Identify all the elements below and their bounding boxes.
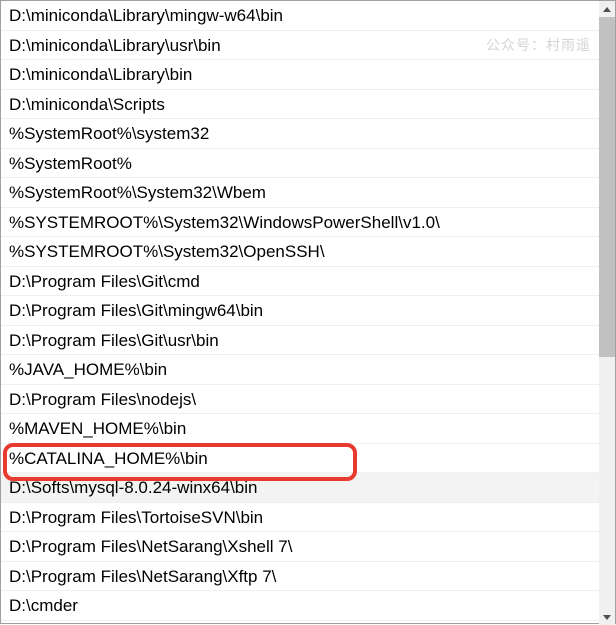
chevron-down-icon <box>603 615 611 620</box>
path-text: D:\miniconda\Scripts <box>9 95 165 114</box>
path-list-item[interactable]: D:\miniconda\Scripts <box>1 90 601 120</box>
path-text: %CATALINA_HOME%\bin <box>9 449 208 468</box>
path-list-item[interactable]: D:\Program Files\NetSarang\Xshell 7\ <box>1 532 601 562</box>
path-list-item[interactable]: %JAVA_HOME%\bin <box>1 355 601 385</box>
path-list-item[interactable]: D:\Program Files\NetSarang\Xftp 7\ <box>1 562 601 592</box>
path-list-item[interactable]: D:\Program Files\Git\mingw64\bin <box>1 296 601 326</box>
path-text: D:\Program Files\Git\cmd <box>9 272 200 291</box>
path-list-container: D:\miniconda\Library\mingw-w64\bin D:\min… <box>1 1 601 623</box>
path-text: D:\cmder <box>9 596 78 615</box>
path-text: D:\Program Files\Git\usr\bin <box>9 331 219 350</box>
path-list-item[interactable]: %SystemRoot%\System32\Wbem <box>1 178 601 208</box>
path-text: %SystemRoot% <box>9 154 132 173</box>
path-text: %SystemRoot%\System32\Wbem <box>9 183 266 202</box>
path-text: D:\Softs\mysql-8.0.24-winx64\bin <box>9 478 258 497</box>
path-list-item[interactable]: D:\Program Files\nodejs\ <box>1 385 601 415</box>
path-list-item[interactable]: D:\miniconda\Library\usr\bin <box>1 31 601 61</box>
path-list-item[interactable]: C:\Program Files\Calibre2\ <box>1 621 601 624</box>
path-list-item[interactable]: %SystemRoot%\system32 <box>1 119 601 149</box>
path-text: D:\miniconda\Library\mingw-w64\bin <box>9 6 283 25</box>
path-text: D:\miniconda\Library\bin <box>9 65 192 84</box>
path-list-item[interactable]: D:\Program Files\TortoiseSVN\bin <box>1 503 601 533</box>
path-list-item[interactable]: %SYSTEMROOT%\System32\OpenSSH\ <box>1 237 601 267</box>
path-text: D:\Program Files\NetSarang\Xftp 7\ <box>9 567 276 586</box>
path-list-item[interactable]: D:\Softs\mysql-8.0.24-winx64\bin <box>1 473 601 503</box>
path-text: D:\miniconda\Library\usr\bin <box>9 36 221 55</box>
path-list-item[interactable]: D:\cmder <box>1 591 601 621</box>
path-text: %SystemRoot%\system32 <box>9 124 209 143</box>
path-text: %SYSTEMROOT%\System32\OpenSSH\ <box>9 242 325 261</box>
path-text: %JAVA_HOME%\bin <box>9 360 167 379</box>
path-text: %MAVEN_HOME%\bin <box>9 419 186 438</box>
path-list-item[interactable]: D:\Program Files\Git\usr\bin <box>1 326 601 356</box>
scrollbar-arrow-down[interactable] <box>599 609 615 625</box>
scrollbar-track[interactable] <box>599 1 615 625</box>
path-list-item[interactable]: D:\Program Files\Git\cmd <box>1 267 601 297</box>
path-text: %SYSTEMROOT%\System32\WindowsPowerShell\… <box>9 213 440 232</box>
path-list-item[interactable]: %CATALINA_HOME%\bin <box>1 444 601 474</box>
path-list-item[interactable]: %SYSTEMROOT%\System32\WindowsPowerShell\… <box>1 208 601 238</box>
scrollbar-arrow-up[interactable] <box>599 1 615 17</box>
path-text: D:\Program Files\Git\mingw64\bin <box>9 301 263 320</box>
path-list-item[interactable]: D:\miniconda\Library\bin <box>1 60 601 90</box>
path-list-item[interactable]: %SystemRoot% <box>1 149 601 179</box>
path-text: D:\Program Files\TortoiseSVN\bin <box>9 508 263 527</box>
path-list-item[interactable]: %MAVEN_HOME%\bin <box>1 414 601 444</box>
path-text: D:\Program Files\nodejs\ <box>9 390 196 409</box>
path-text: D:\Program Files\NetSarang\Xshell 7\ <box>9 537 292 556</box>
chevron-up-icon <box>603 7 611 12</box>
scrollbar-thumb[interactable] <box>599 17 615 357</box>
path-list-item[interactable]: D:\miniconda\Library\mingw-w64\bin <box>1 1 601 31</box>
